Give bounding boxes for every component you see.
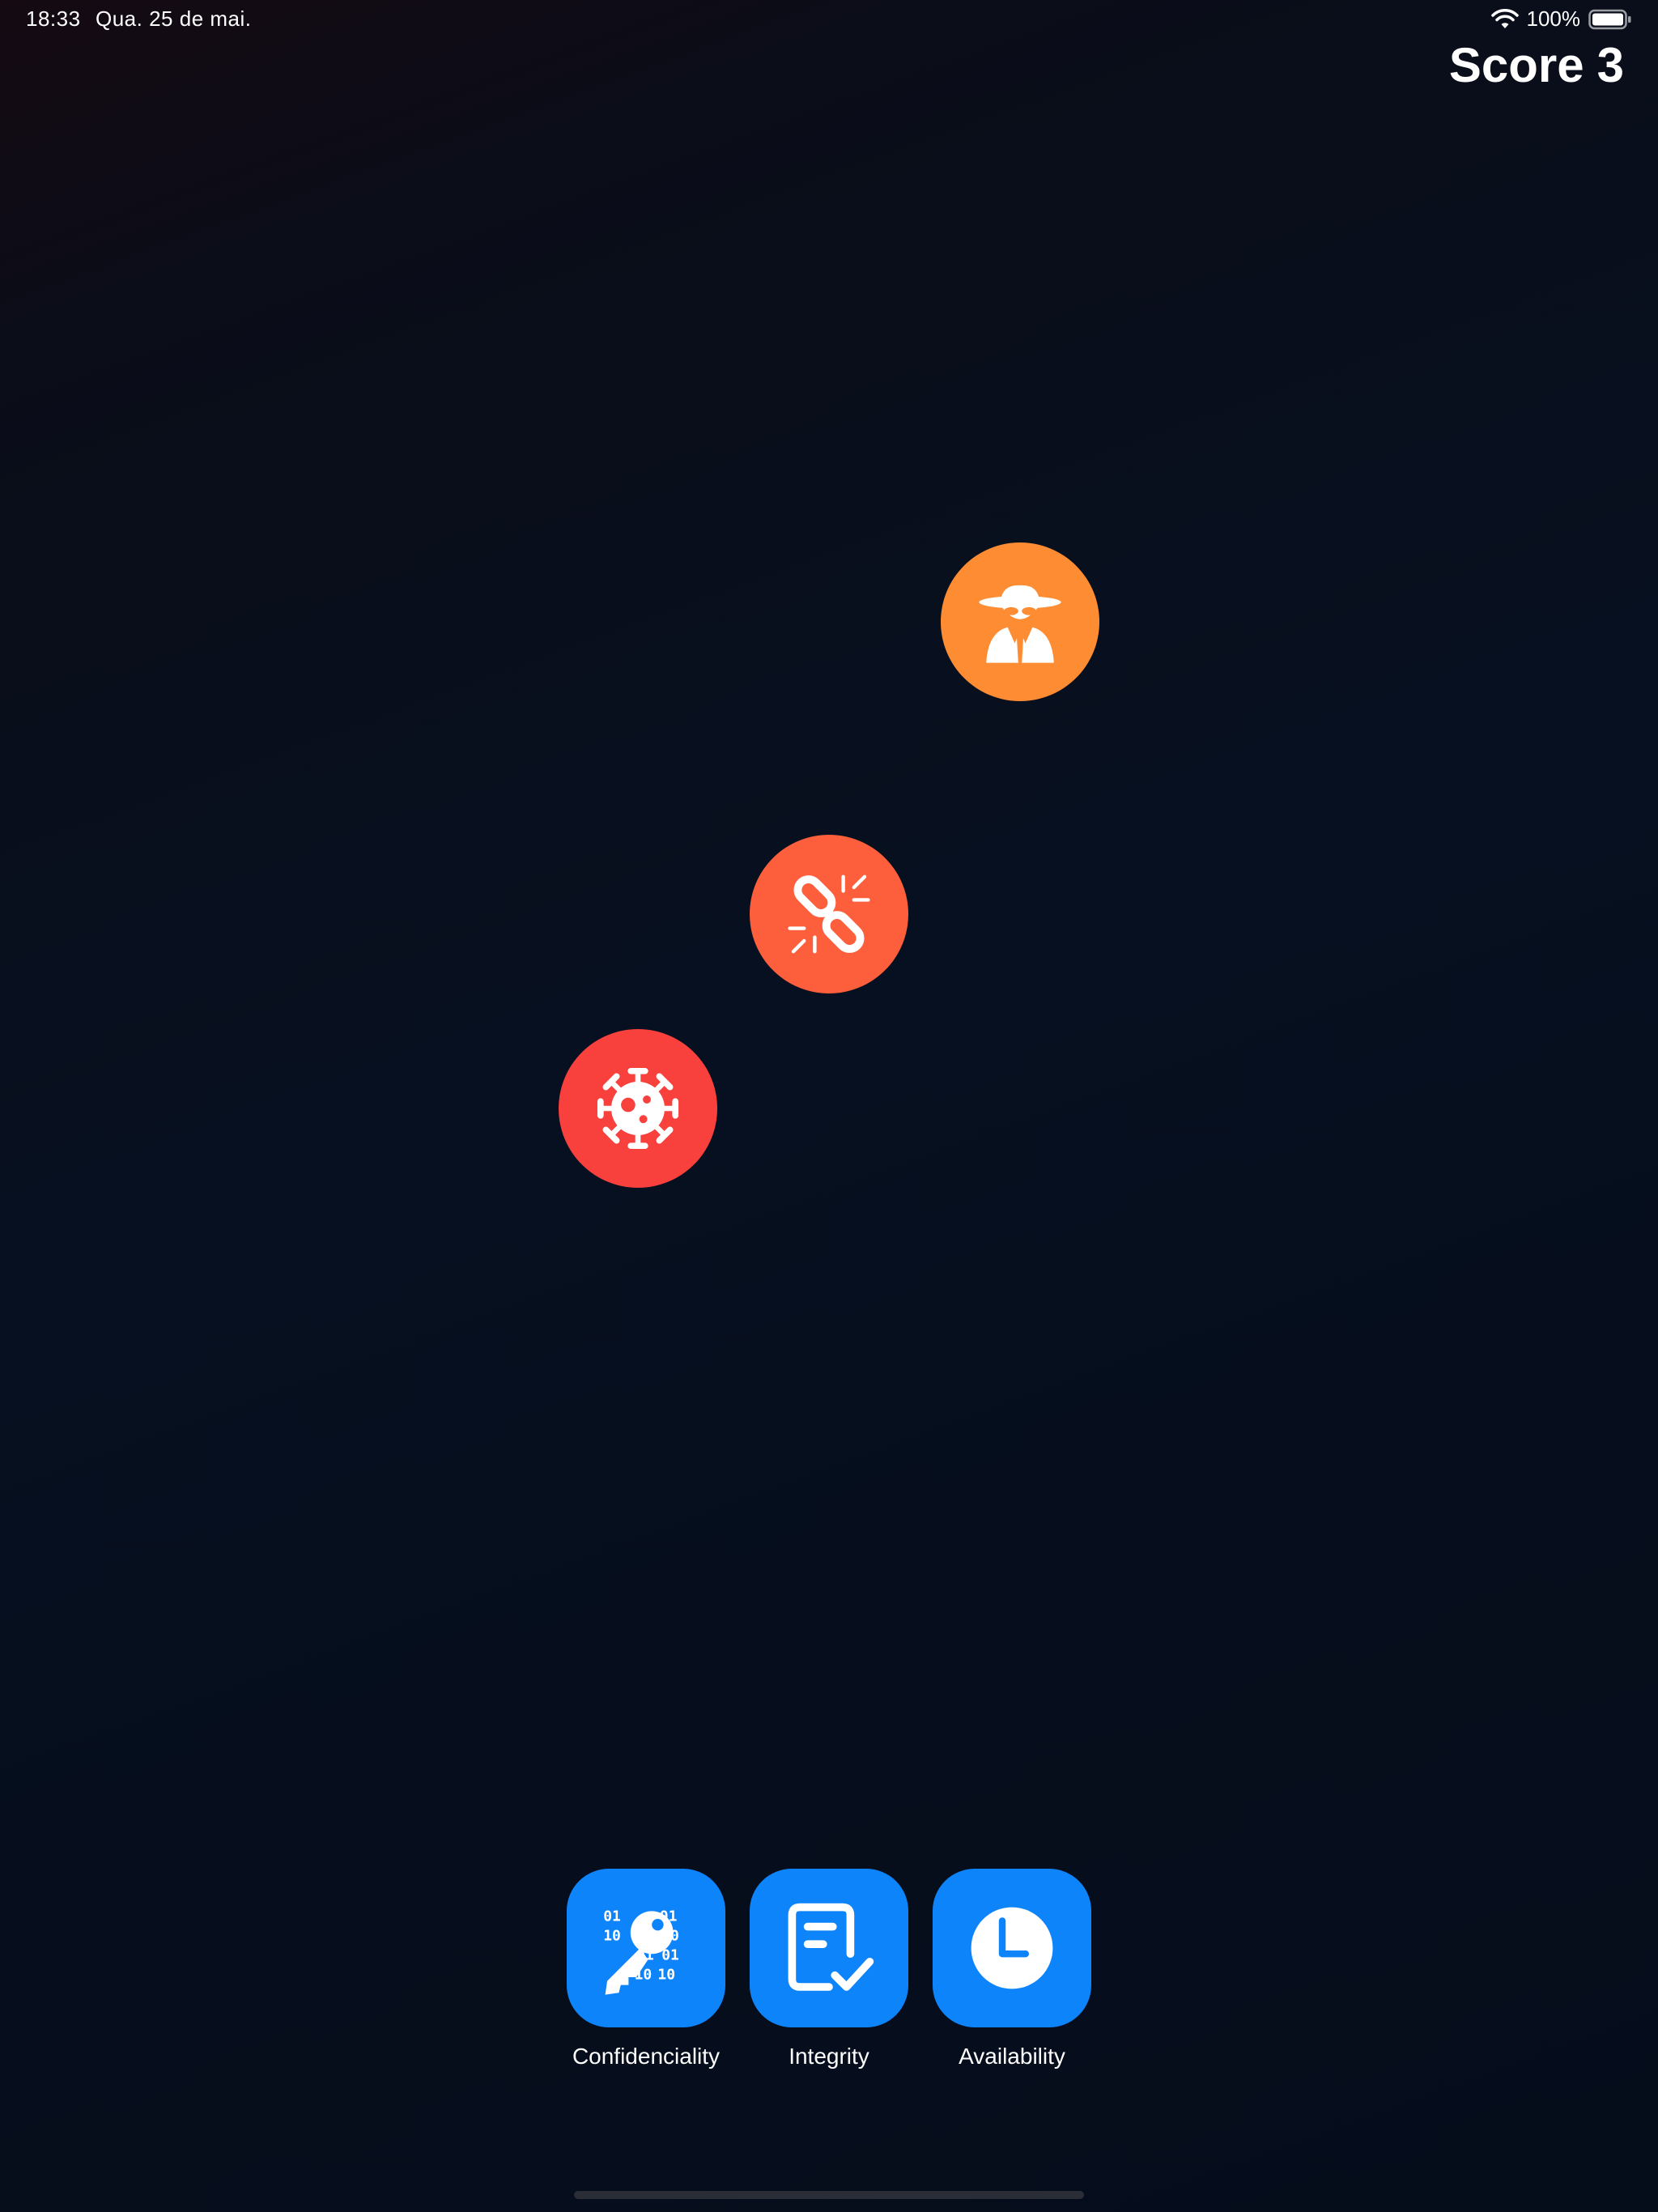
spy-incognito-icon (979, 585, 1061, 663)
score-value: 3 (1596, 38, 1624, 92)
virus-icon (597, 1067, 679, 1150)
integrity-action: Integrity (732, 1869, 926, 2069)
battery-full-icon (1588, 9, 1631, 29)
availability-button[interactable] (933, 1869, 1091, 2027)
availability-action: Availability (915, 1869, 1109, 2069)
binary-key-icon: 01 01 10 10 01 01 10 10 (603, 1908, 679, 1995)
integrity-button[interactable] (750, 1869, 908, 2027)
confidenciality-label: Confidenciality (572, 2044, 721, 2069)
svg-text:10: 10 (657, 1966, 675, 1983)
status-time: 18:33 (26, 6, 81, 31)
clock-icon (971, 1907, 1053, 1989)
score-label: Score (1448, 38, 1584, 92)
svg-text:10: 10 (603, 1927, 621, 1944)
broken-link-icon (788, 874, 870, 954)
score-display: Score 3 (1449, 37, 1624, 93)
status-right: 100% (1490, 6, 1633, 32)
home-indicator[interactable] (574, 2191, 1084, 2199)
battery-percentage: 100% (1526, 6, 1581, 31)
integrity-label: Integrity (789, 2044, 869, 2069)
confidenciality-button[interactable]: 01 01 10 10 01 01 10 10 (567, 1869, 725, 2027)
status-bar: 18:33 Qua. 25 de mai. 100% (0, 0, 1658, 39)
confidenciality-action: 01 01 10 10 01 01 10 10 Confidenciality (549, 1869, 743, 2069)
threat-virus (559, 1029, 717, 1188)
action-bar: 01 01 10 10 01 01 10 10 Confidenciality (0, 1869, 1658, 2079)
document-check-icon (788, 1903, 874, 1991)
wifi-icon (1490, 8, 1519, 28)
svg-text:01: 01 (603, 1908, 621, 1925)
threat-spy (941, 542, 1099, 701)
availability-label: Availability (959, 2044, 1065, 2069)
threat-broken-link (750, 835, 908, 993)
status-date: Qua. 25 de mai. (96, 6, 252, 31)
